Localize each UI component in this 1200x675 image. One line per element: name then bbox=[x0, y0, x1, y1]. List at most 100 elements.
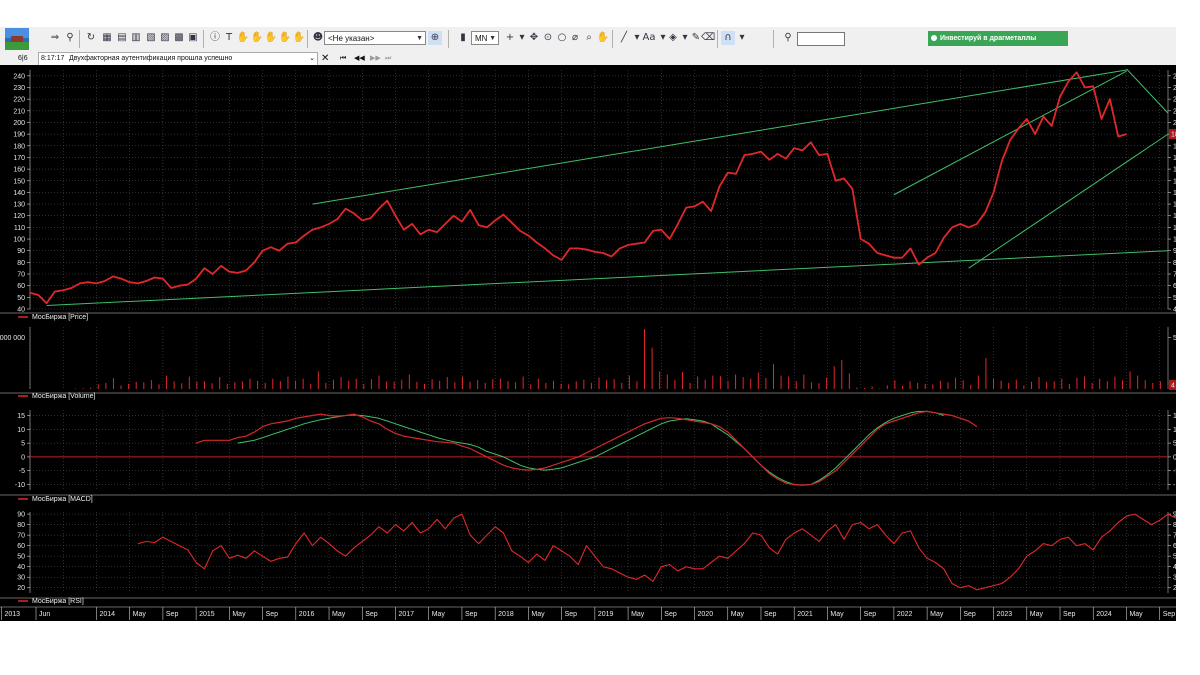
panel-label: МосБиржа [RSI] bbox=[32, 598, 84, 605]
cancel-order-icon[interactable]: ✋ bbox=[278, 31, 292, 45]
y-tick-label-right: 40 bbox=[1173, 307, 1176, 314]
time-axis-label: Sep bbox=[166, 611, 179, 618]
time-axis-label: Sep bbox=[664, 611, 677, 618]
connect-icon[interactable]: ⚲ bbox=[63, 31, 77, 45]
toolbar-separator bbox=[203, 30, 204, 48]
portfolio-icon[interactable]: ▨ bbox=[158, 31, 172, 45]
last-message-icon[interactable]: ⏭ bbox=[385, 53, 391, 64]
toolbar-separator bbox=[79, 30, 80, 48]
trades-icon[interactable]: ▧ bbox=[144, 31, 158, 45]
apply-profile-icon[interactable]: ⊕ bbox=[428, 31, 442, 45]
ruler-icon[interactable]: ⌀ bbox=[568, 31, 582, 45]
y-tick-label-left: 240 bbox=[13, 73, 25, 80]
y-tick-label-left: 30 bbox=[17, 575, 25, 582]
y-tick-label-left: -5 bbox=[19, 468, 25, 475]
time-axis-label: Sep bbox=[1063, 611, 1076, 618]
hand-icon[interactable]: ✋ bbox=[596, 31, 610, 45]
toolbar-separator bbox=[773, 30, 774, 48]
y-tick-label-right: 40 bbox=[1173, 564, 1176, 571]
search-input[interactable] bbox=[797, 32, 845, 46]
close-icon[interactable]: ✕ bbox=[321, 53, 329, 64]
positions-icon[interactable]: ▩ bbox=[172, 31, 186, 45]
toolbar-separator bbox=[307, 30, 308, 48]
time-axis-label: May bbox=[631, 611, 645, 618]
status-message: Двухфакторная аутентификация прошла успе… bbox=[69, 55, 233, 62]
buy-icon[interactable]: ✋ bbox=[236, 31, 250, 45]
circle-icon[interactable]: ○ bbox=[555, 31, 569, 45]
bar-chart-icon[interactable]: ▮ bbox=[456, 31, 470, 45]
time-axis-label: May bbox=[930, 611, 944, 618]
time-axis-label: 2015 bbox=[199, 611, 215, 618]
alert-icon[interactable]: ✋ bbox=[292, 31, 306, 45]
y-tick-label-right: 30 bbox=[1173, 575, 1176, 582]
y-tick-label-right: 130 bbox=[1173, 202, 1176, 209]
user-icon[interactable]: ☻ bbox=[311, 31, 325, 45]
zoom-area-icon[interactable]: ⌕ bbox=[582, 31, 596, 45]
y-tick-label-right: 15 bbox=[1173, 413, 1176, 420]
panel-label: МосБиржа [Price] bbox=[32, 314, 88, 321]
y-tick-label-left: 50 bbox=[17, 295, 25, 302]
current-price-label: 189.52 bbox=[1171, 132, 1176, 139]
y-tick-label-right: 70 bbox=[1173, 533, 1176, 540]
y-tick-label-left: 15 bbox=[17, 413, 25, 420]
first-message-icon[interactable]: ⏮ bbox=[340, 53, 346, 64]
y-tick-label-left: 80 bbox=[17, 260, 25, 267]
time-axis-label: 2023 bbox=[997, 611, 1013, 618]
text-tool-icon[interactable]: T bbox=[222, 31, 236, 45]
dropdown-icon[interactable]: ▾ bbox=[735, 31, 749, 45]
refresh-icon[interactable]: ↻ bbox=[84, 31, 98, 45]
profile-select[interactable]: <Не указан> ▼ bbox=[324, 31, 426, 45]
line-tool-icon[interactable]: ╱ bbox=[617, 31, 631, 45]
current-volume-label: 4 241 bbox=[1171, 382, 1176, 389]
y-tick-label-right: 70 bbox=[1173, 272, 1176, 279]
time-axis-label: 2016 bbox=[299, 611, 315, 618]
y-tick-label-left: 160 bbox=[13, 167, 25, 174]
stop-order-icon[interactable]: ✋ bbox=[264, 31, 278, 45]
time-axis-label: 2020 bbox=[698, 611, 714, 618]
time-axis-label: 2013 bbox=[5, 611, 21, 618]
font-button[interactable]: Aa bbox=[641, 31, 657, 45]
time-axis-label: Sep bbox=[465, 611, 478, 618]
magnet-icon[interactable]: ∩ bbox=[721, 31, 735, 45]
eraser-icon[interactable]: ⌫ bbox=[701, 31, 715, 45]
chevron-down-icon: ⌄ bbox=[309, 55, 315, 62]
profile-select-value: <Не указан> bbox=[328, 34, 375, 43]
quotes-table-icon[interactable]: ▤ bbox=[115, 31, 129, 45]
prev-message-icon[interactable]: ◀◀ bbox=[354, 53, 365, 64]
y-tick-label-left: 150 bbox=[13, 178, 25, 185]
table-icon[interactable]: ▦ bbox=[100, 31, 114, 45]
interval-select-value: MN bbox=[475, 34, 488, 43]
y-tick-label-left: 60 bbox=[17, 543, 25, 550]
invest-banner[interactable]: Инвестируй в драгметаллы bbox=[928, 31, 1068, 46]
y-tick-label-left: 70 bbox=[17, 272, 25, 279]
chevron-down-icon: ▼ bbox=[489, 35, 496, 42]
message-box[interactable]: 8:17:17 Двухфакторная аутентификация про… bbox=[38, 52, 318, 66]
y-tick-label-right: -5 bbox=[1173, 468, 1176, 475]
move-icon[interactable]: ✥ bbox=[527, 31, 541, 45]
y-tick-label-right: 80 bbox=[1173, 522, 1176, 529]
y-tick-label-right: 150 bbox=[1173, 178, 1176, 185]
next-message-icon[interactable]: ▶▶ bbox=[370, 53, 381, 64]
y-tick-label-right: 180 bbox=[1173, 143, 1176, 150]
orders-icon[interactable]: ▥ bbox=[129, 31, 143, 45]
target-icon[interactable]: ⊙ bbox=[541, 31, 555, 45]
y-tick-label-left: 210 bbox=[13, 108, 25, 115]
y-tick-label-left: 70 bbox=[17, 533, 25, 540]
y-tick-label-left: 220 bbox=[13, 97, 25, 104]
chart-area[interactable]: МосБиржа [Price] МосБиржа [Volume] МосБирж… bbox=[0, 65, 1176, 621]
y-tick-label-left: 10 bbox=[17, 427, 25, 434]
report-icon[interactable]: ▣ bbox=[186, 31, 200, 45]
time-axis-label: May bbox=[332, 611, 346, 618]
time-axis-label: Sep bbox=[764, 611, 777, 618]
time-axis-label: May bbox=[1030, 611, 1044, 618]
info-icon[interactable]: ⓘ bbox=[208, 31, 222, 45]
app-logo-icon bbox=[5, 28, 29, 50]
time-axis-label: Jun bbox=[39, 611, 50, 618]
y-tick-label-left: 230 bbox=[13, 85, 25, 92]
sell-icon[interactable]: ✋ bbox=[250, 31, 264, 45]
arrow-right-icon[interactable]: ⇒ bbox=[48, 31, 62, 45]
search-icon[interactable]: ⚲ bbox=[781, 31, 795, 45]
time-axis-label: May bbox=[133, 611, 147, 618]
interval-select[interactable]: MN ▼ bbox=[471, 31, 499, 45]
y-tick-label-left: 5 bbox=[21, 441, 25, 448]
